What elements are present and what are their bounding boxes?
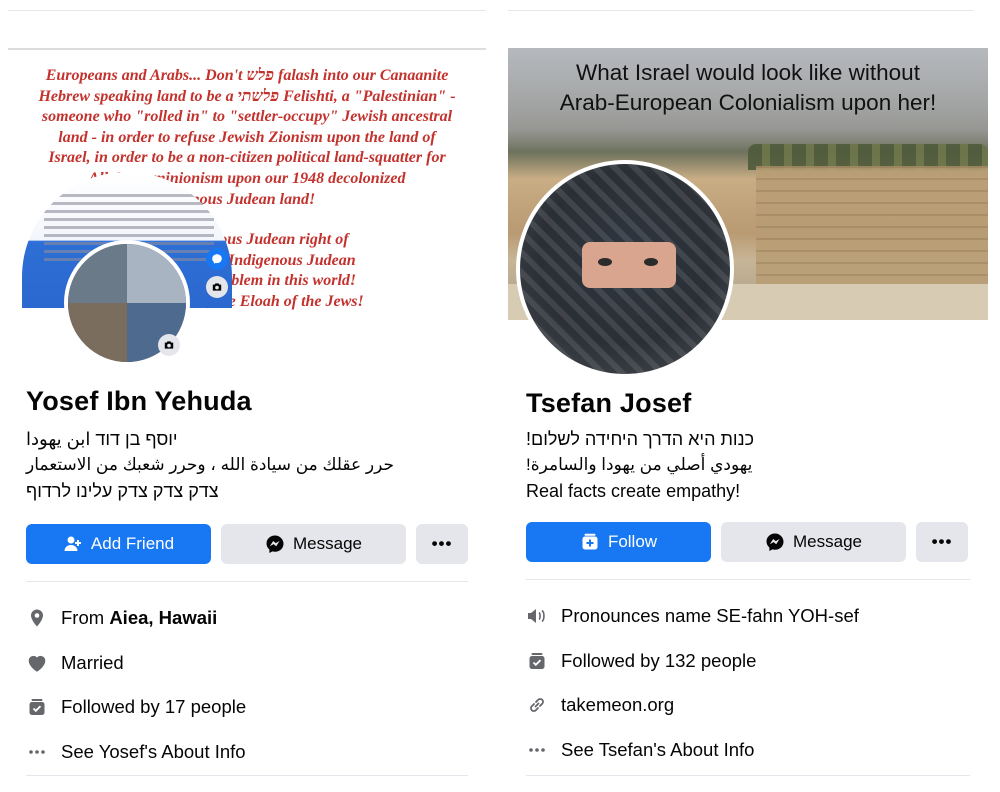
info-website[interactable]: takemeon.org xyxy=(526,683,970,728)
messenger-badge-icon xyxy=(206,248,228,270)
cover-line: Hebrew speaking land to be a פלשתי Felis… xyxy=(38,87,456,105)
intro-info: Pronounces name SE-fahn YOH-sef Followed… xyxy=(526,594,970,772)
about-info-text: See Yosef's About Info xyxy=(61,740,246,762)
bio-line: Real facts create empathy! xyxy=(526,481,741,501)
avatar-face xyxy=(582,242,676,288)
cover-title-line: Arab-European Colonialism upon her! xyxy=(559,90,937,115)
info-followers[interactable]: Followed by 132 people xyxy=(526,639,970,684)
message-label: Message xyxy=(793,532,862,551)
hometown-link[interactable]: Aiea, Hawaii xyxy=(109,607,217,629)
profile-bio: כנות היא הדרך היחידה לשלום! يهودي أصلي م… xyxy=(526,426,754,504)
action-buttons: Follow Message ••• xyxy=(526,522,968,562)
followers-text: Followed by 17 people xyxy=(61,696,247,718)
followers-icon xyxy=(526,650,548,672)
sound-icon xyxy=(526,605,548,627)
bio-line: יוסף בן דוד ابن يهودا xyxy=(26,429,178,449)
more-options-button[interactable]: ••• xyxy=(916,522,968,562)
message-label: Message xyxy=(293,534,362,553)
messenger-icon xyxy=(266,535,284,553)
follow-label: Follow xyxy=(607,532,658,551)
cover-western-wall xyxy=(756,166,988,286)
more-dots-icon xyxy=(526,739,548,761)
info-pronunciation[interactable]: Pronounces name SE-fahn YOH-sef xyxy=(526,594,970,639)
action-buttons: Add Friend Message ••• xyxy=(26,524,468,564)
section-divider xyxy=(26,581,468,582)
pronunciation-text: Pronounces name SE-fahn YOH-sef xyxy=(561,605,859,627)
avatar-camera-icon[interactable] xyxy=(158,334,180,356)
heart-icon xyxy=(26,652,48,674)
top-divider-left xyxy=(8,10,486,11)
relationship-text: Married xyxy=(61,651,124,673)
info-about-link[interactable]: See Yosef's About Info xyxy=(26,730,468,775)
section-divider xyxy=(526,775,970,776)
link-icon xyxy=(526,694,548,716)
cover-camera-icon[interactable] xyxy=(206,276,228,298)
section-divider xyxy=(26,775,468,776)
bio-line: يهودي أصلي من يهودا والسامرة! xyxy=(526,455,753,474)
top-divider-right xyxy=(508,10,973,11)
more-dots-icon: ••• xyxy=(931,532,953,551)
profile-card-tsefan: What Israel would look like without Arab… xyxy=(508,48,988,792)
bio-line: צדק צדק צדק עלינו לרדוף xyxy=(26,481,219,501)
bio-line: כנות היא הדרך היחידה לשלום! xyxy=(526,429,755,449)
more-options-button[interactable]: ••• xyxy=(416,524,468,564)
add-friend-button[interactable]: Add Friend xyxy=(26,524,211,564)
info-followers[interactable]: Followed by 17 people xyxy=(26,685,468,730)
followers-text: Followed by 132 people xyxy=(561,649,757,671)
message-button[interactable]: Message xyxy=(721,522,906,562)
about-info-text: See Tsefan's About Info xyxy=(561,738,755,760)
info-relationship: Married xyxy=(26,641,468,686)
info-prefix: From xyxy=(61,607,110,629)
section-divider xyxy=(526,579,970,580)
message-button[interactable]: Message xyxy=(221,524,406,564)
avatar[interactable] xyxy=(516,160,734,378)
bio-line: حرر عقلك من سيادة الله ، وحرر شعبك من ال… xyxy=(26,455,394,474)
website-link[interactable]: takemeon.org xyxy=(561,694,674,716)
more-dots-icon xyxy=(26,741,48,763)
intro-info: From Aiea, Hawaii Married Followed by 17… xyxy=(26,596,468,774)
messenger-icon xyxy=(766,533,784,551)
info-about-link[interactable]: See Tsefan's About Info xyxy=(526,728,970,773)
add-friend-label: Add Friend xyxy=(90,534,175,553)
profile-name: Yosef Ibn Yehuda xyxy=(26,386,252,416)
profile-card-yosef: Europeans and Arabs... Don't פלש falash … xyxy=(8,48,486,792)
cover-line: Europeans and Arabs... Don't פלש falash … xyxy=(45,67,449,84)
cover-line: land - in order to refuse Jewish Zionism… xyxy=(58,128,436,146)
follow-button[interactable]: Follow xyxy=(526,522,711,562)
follow-icon xyxy=(582,533,598,550)
followers-icon xyxy=(26,696,48,718)
cover-title: What Israel would look like without Arab… xyxy=(508,58,988,118)
info-hometown: From Aiea, Hawaii xyxy=(26,596,468,641)
location-pin-icon xyxy=(26,607,48,629)
cover-title-line: What Israel would look like without xyxy=(576,60,920,85)
cover-line: someone who "rolled in" to "settler-occu… xyxy=(41,108,453,126)
profile-bio: יוסף בן דוד ابن يهودا حرر عقلك من سيادة … xyxy=(26,426,394,504)
cover-line: Israel, in order to be a non-citizen pol… xyxy=(48,149,446,167)
add-friend-icon xyxy=(64,536,81,551)
more-dots-icon: ••• xyxy=(431,534,453,553)
profile-name: Tsefan Josef xyxy=(526,388,692,418)
